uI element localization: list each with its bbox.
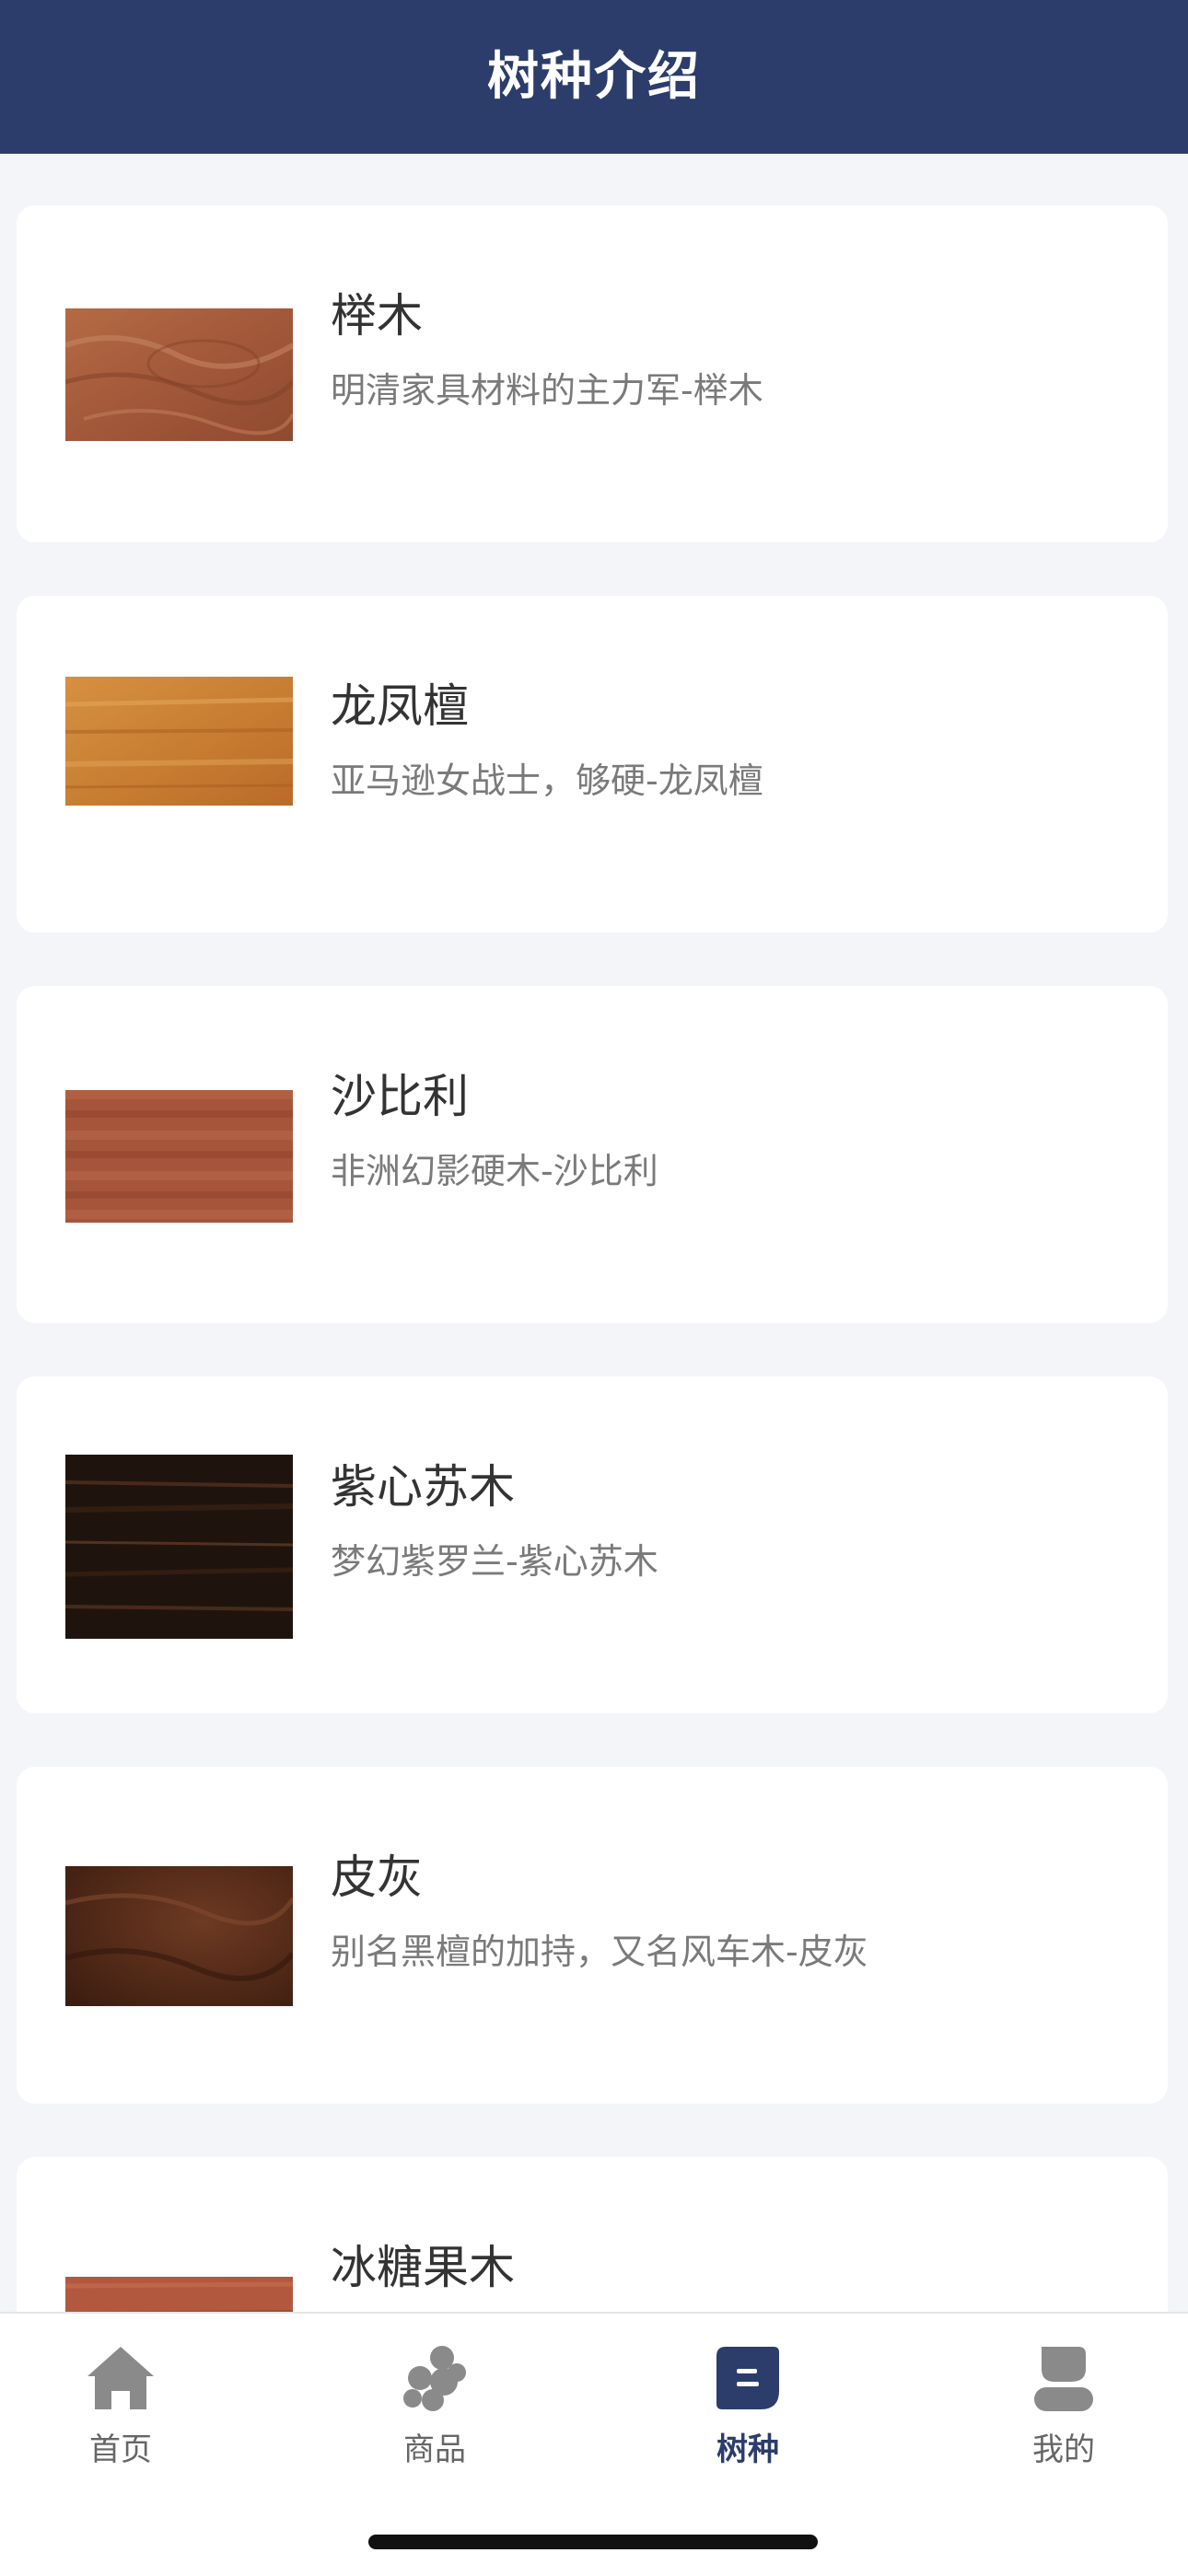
wood-card-pihui[interactable]: 皮灰 别名黑檀的加持，又名风车木-皮灰 [17,1767,1168,2104]
wood-card-tigerwood[interactable]: 龙凤檀 亚马逊女战士，够硬-龙凤檀 [17,596,1168,933]
wood-name: 紫心苏木 [331,1460,515,1514]
wood-description: 非洲幻影硬木-沙比利 [331,1151,658,1191]
tab-wood-species[interactable]: 树种 [656,2341,840,2479]
home-icon [87,2347,154,2409]
tab-products[interactable]: 商品 [343,2341,527,2479]
pihui-swatch [65,1866,293,2006]
wood-card-beech[interactable]: 榉木 明清家具材料的主力军-榉木 [17,205,1168,542]
wood-card-bingtangguo[interactable]: 冰糖果木 [17,2157,1168,2312]
wood-name: 沙比利 [331,1070,469,1123]
wood-description: 梦幻紫罗兰-紫心苏木 [331,1541,658,1582]
beech-wood-swatch [65,308,293,441]
purpleheart-swatch [65,1455,293,1639]
wood-description: 别名黑檀的加持，又名风车木-皮灰 [331,1932,868,1972]
sapele-swatch [65,1090,293,1223]
products-icon [403,2346,466,2411]
wood-card-purpleheart[interactable]: 紫心苏木 梦幻紫罗兰-紫心苏木 [17,1376,1168,1713]
wood-description: 明清家具材料的主力军-榉木 [331,370,763,411]
tab-label: 首页 [89,2431,152,2468]
wood-species-list[interactable]: 榉木 明清家具材料的主力军-榉木 龙凤檀 亚马逊女战士，够硬-龙凤檀 沙比利 非… [0,154,1188,2312]
bingtangguo-swatch [65,2277,293,2312]
wood-name: 皮灰 [331,1851,423,1904]
page-title: 树种介绍 [487,47,701,107]
wood-description: 亚马逊女战士，够硬-龙凤檀 [331,760,763,801]
tab-label: 商品 [403,2431,466,2468]
tab-label: 我的 [1032,2431,1095,2468]
tigerwood-swatch [65,677,293,806]
tab-profile[interactable]: 我的 [972,2341,1156,2479]
wood-name: 榉木 [331,289,423,342]
home-indicator[interactable] [368,2535,818,2549]
wood-species-icon [716,2347,779,2409]
tab-label: 树种 [716,2431,779,2468]
wood-name: 龙凤檀 [331,679,469,733]
profile-icon [1034,2347,1093,2411]
top-nav-bar: 树种介绍 [0,0,1188,154]
wood-name: 冰糖果木 [331,2241,515,2294]
tab-home[interactable]: 首页 [29,2341,213,2479]
wood-card-sapele[interactable]: 沙比利 非洲幻影硬木-沙比利 [17,986,1168,1323]
